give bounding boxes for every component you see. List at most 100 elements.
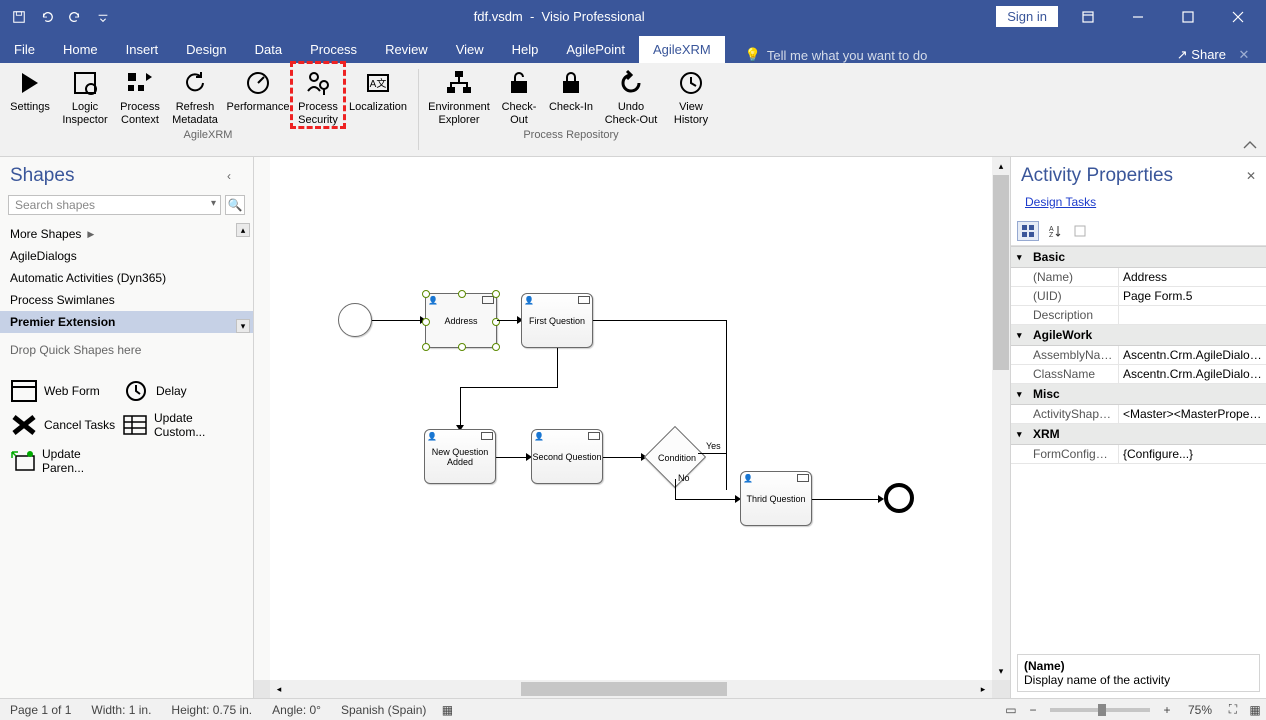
node-address[interactable]: 👤 Address <box>425 293 497 348</box>
stencil-auto-activities[interactable]: Automatic Activities (Dyn365) <box>0 267 253 289</box>
category-xrm[interactable]: ▾XRM <box>1011 424 1266 445</box>
tab-design[interactable]: Design <box>172 36 240 63</box>
tab-agilexrm[interactable]: AgileXRM <box>639 36 725 63</box>
node-first-question[interactable]: 👤 First Question <box>521 293 593 348</box>
scroll-up-icon[interactable]: ▴ <box>236 223 250 237</box>
search-shapes-input[interactable]: Search shapes ▾ <box>8 195 221 215</box>
minimize-icon[interactable] <box>1118 3 1158 31</box>
connector[interactable] <box>675 479 676 499</box>
canvas-vertical-scrollbar[interactable]: ▴ ▾ <box>992 157 1010 680</box>
stencil-agiledialogs[interactable]: AgileDialogs <box>0 245 253 267</box>
sign-in-button[interactable]: Sign in <box>996 6 1058 27</box>
status-language[interactable]: Spanish (Spain) <box>331 703 436 717</box>
category-misc[interactable]: ▾Misc <box>1011 384 1266 405</box>
localization-button[interactable]: A文 Localization <box>344 63 412 127</box>
zoom-in-button[interactable]: + <box>1156 703 1178 717</box>
node-start[interactable] <box>338 303 372 337</box>
check-out-button[interactable]: Check-Out <box>493 63 545 127</box>
tab-help[interactable]: Help <box>498 36 553 63</box>
prop-description[interactable]: Description <box>1011 306 1266 325</box>
search-dropdown-icon[interactable]: ▾ <box>211 198 216 209</box>
performance-button[interactable]: Performance <box>224 63 292 127</box>
categorized-view-button[interactable] <box>1017 221 1039 241</box>
connector[interactable] <box>812 499 880 500</box>
scroll-left-icon[interactable]: ◂ <box>270 681 288 697</box>
prop-assemblyname[interactable]: AssemblyNameAscentn.Crm.AgileDialogsActi… <box>1011 346 1266 365</box>
prop-formconfig[interactable]: FormConfiguration{Configure...} <box>1011 445 1266 464</box>
node-end[interactable] <box>884 483 914 513</box>
close-panel-icon[interactable]: ✕ <box>1246 169 1256 183</box>
property-pages-button[interactable] <box>1069 221 1091 241</box>
undo-check-out-button[interactable]: Undo Check-Out <box>597 63 665 127</box>
connector[interactable] <box>726 489 727 490</box>
zoom-level[interactable]: 75% <box>1178 703 1222 717</box>
tab-home[interactable]: Home <box>49 36 112 63</box>
process-context-button[interactable]: Process Context <box>114 63 166 127</box>
redo-icon[interactable] <box>62 5 88 29</box>
logic-inspector-button[interactable]: Logic Inspector <box>56 63 114 127</box>
search-go-button[interactable]: 🔍 <box>225 195 245 215</box>
scroll-down-icon[interactable]: ▾ <box>992 662 1010 680</box>
connector[interactable] <box>675 499 737 500</box>
collapse-ribbon-icon[interactable] <box>1242 140 1260 154</box>
canvas-horizontal-scrollbar[interactable]: ◂ ▸ <box>270 680 992 698</box>
alphabetical-view-button[interactable]: AZ <box>1043 221 1065 241</box>
refresh-metadata-button[interactable]: Refresh Metadata <box>166 63 224 127</box>
close-icon[interactable] <box>1218 3 1258 31</box>
qat-customize-icon[interactable] <box>90 5 116 29</box>
tab-process[interactable]: Process <box>296 36 371 63</box>
collapse-shapes-icon[interactable]: ‹ <box>227 169 243 183</box>
ribbon-display-options-icon[interactable] <box>1068 3 1108 31</box>
environment-explorer-button[interactable]: Environment Explorer <box>425 63 493 127</box>
tab-file[interactable]: File <box>0 36 49 63</box>
macro-recording-icon[interactable]: ▦ <box>436 703 458 717</box>
view-history-button[interactable]: View History <box>665 63 717 127</box>
zoom-slider[interactable] <box>1050 708 1150 712</box>
connector[interactable] <box>460 387 461 427</box>
tab-agilepoint[interactable]: AgilePoint <box>552 36 639 63</box>
scroll-right-icon[interactable]: ▸ <box>974 681 992 697</box>
connector[interactable] <box>603 457 643 458</box>
connector[interactable] <box>372 320 422 321</box>
maximize-icon[interactable] <box>1168 3 1208 31</box>
shape-cancel-tasks[interactable]: Cancel Tasks <box>8 407 120 443</box>
status-page[interactable]: Page 1 of 1 <box>0 703 81 717</box>
tab-review[interactable]: Review <box>371 36 442 63</box>
shape-update-custom[interactable]: Update Custom... <box>120 407 232 443</box>
save-icon[interactable] <box>6 5 32 29</box>
stencil-premier-extension[interactable]: Premier Extension <box>0 311 253 333</box>
shape-update-parent[interactable]: Update Paren... <box>8 443 120 479</box>
tab-data[interactable]: Data <box>241 36 296 63</box>
check-in-button[interactable]: Check-In <box>545 63 597 127</box>
connector[interactable] <box>726 320 727 490</box>
category-agilework[interactable]: ▾AgileWork <box>1011 325 1266 346</box>
scrollbar-thumb[interactable] <box>521 682 727 696</box>
more-shapes-row[interactable]: More Shapes▶ <box>0 223 253 245</box>
tell-me-search[interactable]: 💡 Tell me what you want to do <box>745 47 1167 63</box>
node-third-question[interactable]: 👤 Thrid Question <box>740 471 812 526</box>
connector[interactable] <box>497 320 519 321</box>
connector[interactable] <box>460 387 558 388</box>
prop-classname[interactable]: ClassNameAscentn.Crm.AgileDialogsActivit… <box>1011 365 1266 384</box>
switch-windows-icon[interactable]: ▦ <box>1244 703 1266 717</box>
undo-icon[interactable] <box>34 5 60 29</box>
tab-view[interactable]: View <box>442 36 498 63</box>
presentation-mode-icon[interactable]: ▭ <box>1000 703 1022 717</box>
tab-insert[interactable]: Insert <box>112 36 173 63</box>
settings-button[interactable]: Settings <box>4 63 56 127</box>
design-tasks-link[interactable]: Design Tasks <box>1025 195 1096 209</box>
process-security-button[interactable]: Process Security <box>292 63 344 127</box>
shape-delay[interactable]: Delay <box>120 375 232 407</box>
category-basic[interactable]: ▾Basic <box>1011 247 1266 268</box>
share-button[interactable]: ↗ Share <box>1177 47 1226 63</box>
drawing-canvas[interactable]: 👤 Address 👤 First Question <box>270 157 992 680</box>
prop-uid[interactable]: (UID)Page Form.5 <box>1011 287 1266 306</box>
shape-web-form[interactable]: Web Form <box>8 375 120 407</box>
stencil-swimlanes[interactable]: Process Swimlanes <box>0 289 253 311</box>
scroll-up-icon[interactable]: ▴ <box>992 157 1010 175</box>
connector[interactable] <box>593 320 727 321</box>
prop-activityshape[interactable]: ActivityShapeProperties<Master><MasterPr… <box>1011 405 1266 424</box>
connector[interactable] <box>698 453 726 454</box>
node-new-question[interactable]: 👤 New Question Added <box>424 429 496 484</box>
zoom-out-button[interactable]: − <box>1022 703 1044 717</box>
